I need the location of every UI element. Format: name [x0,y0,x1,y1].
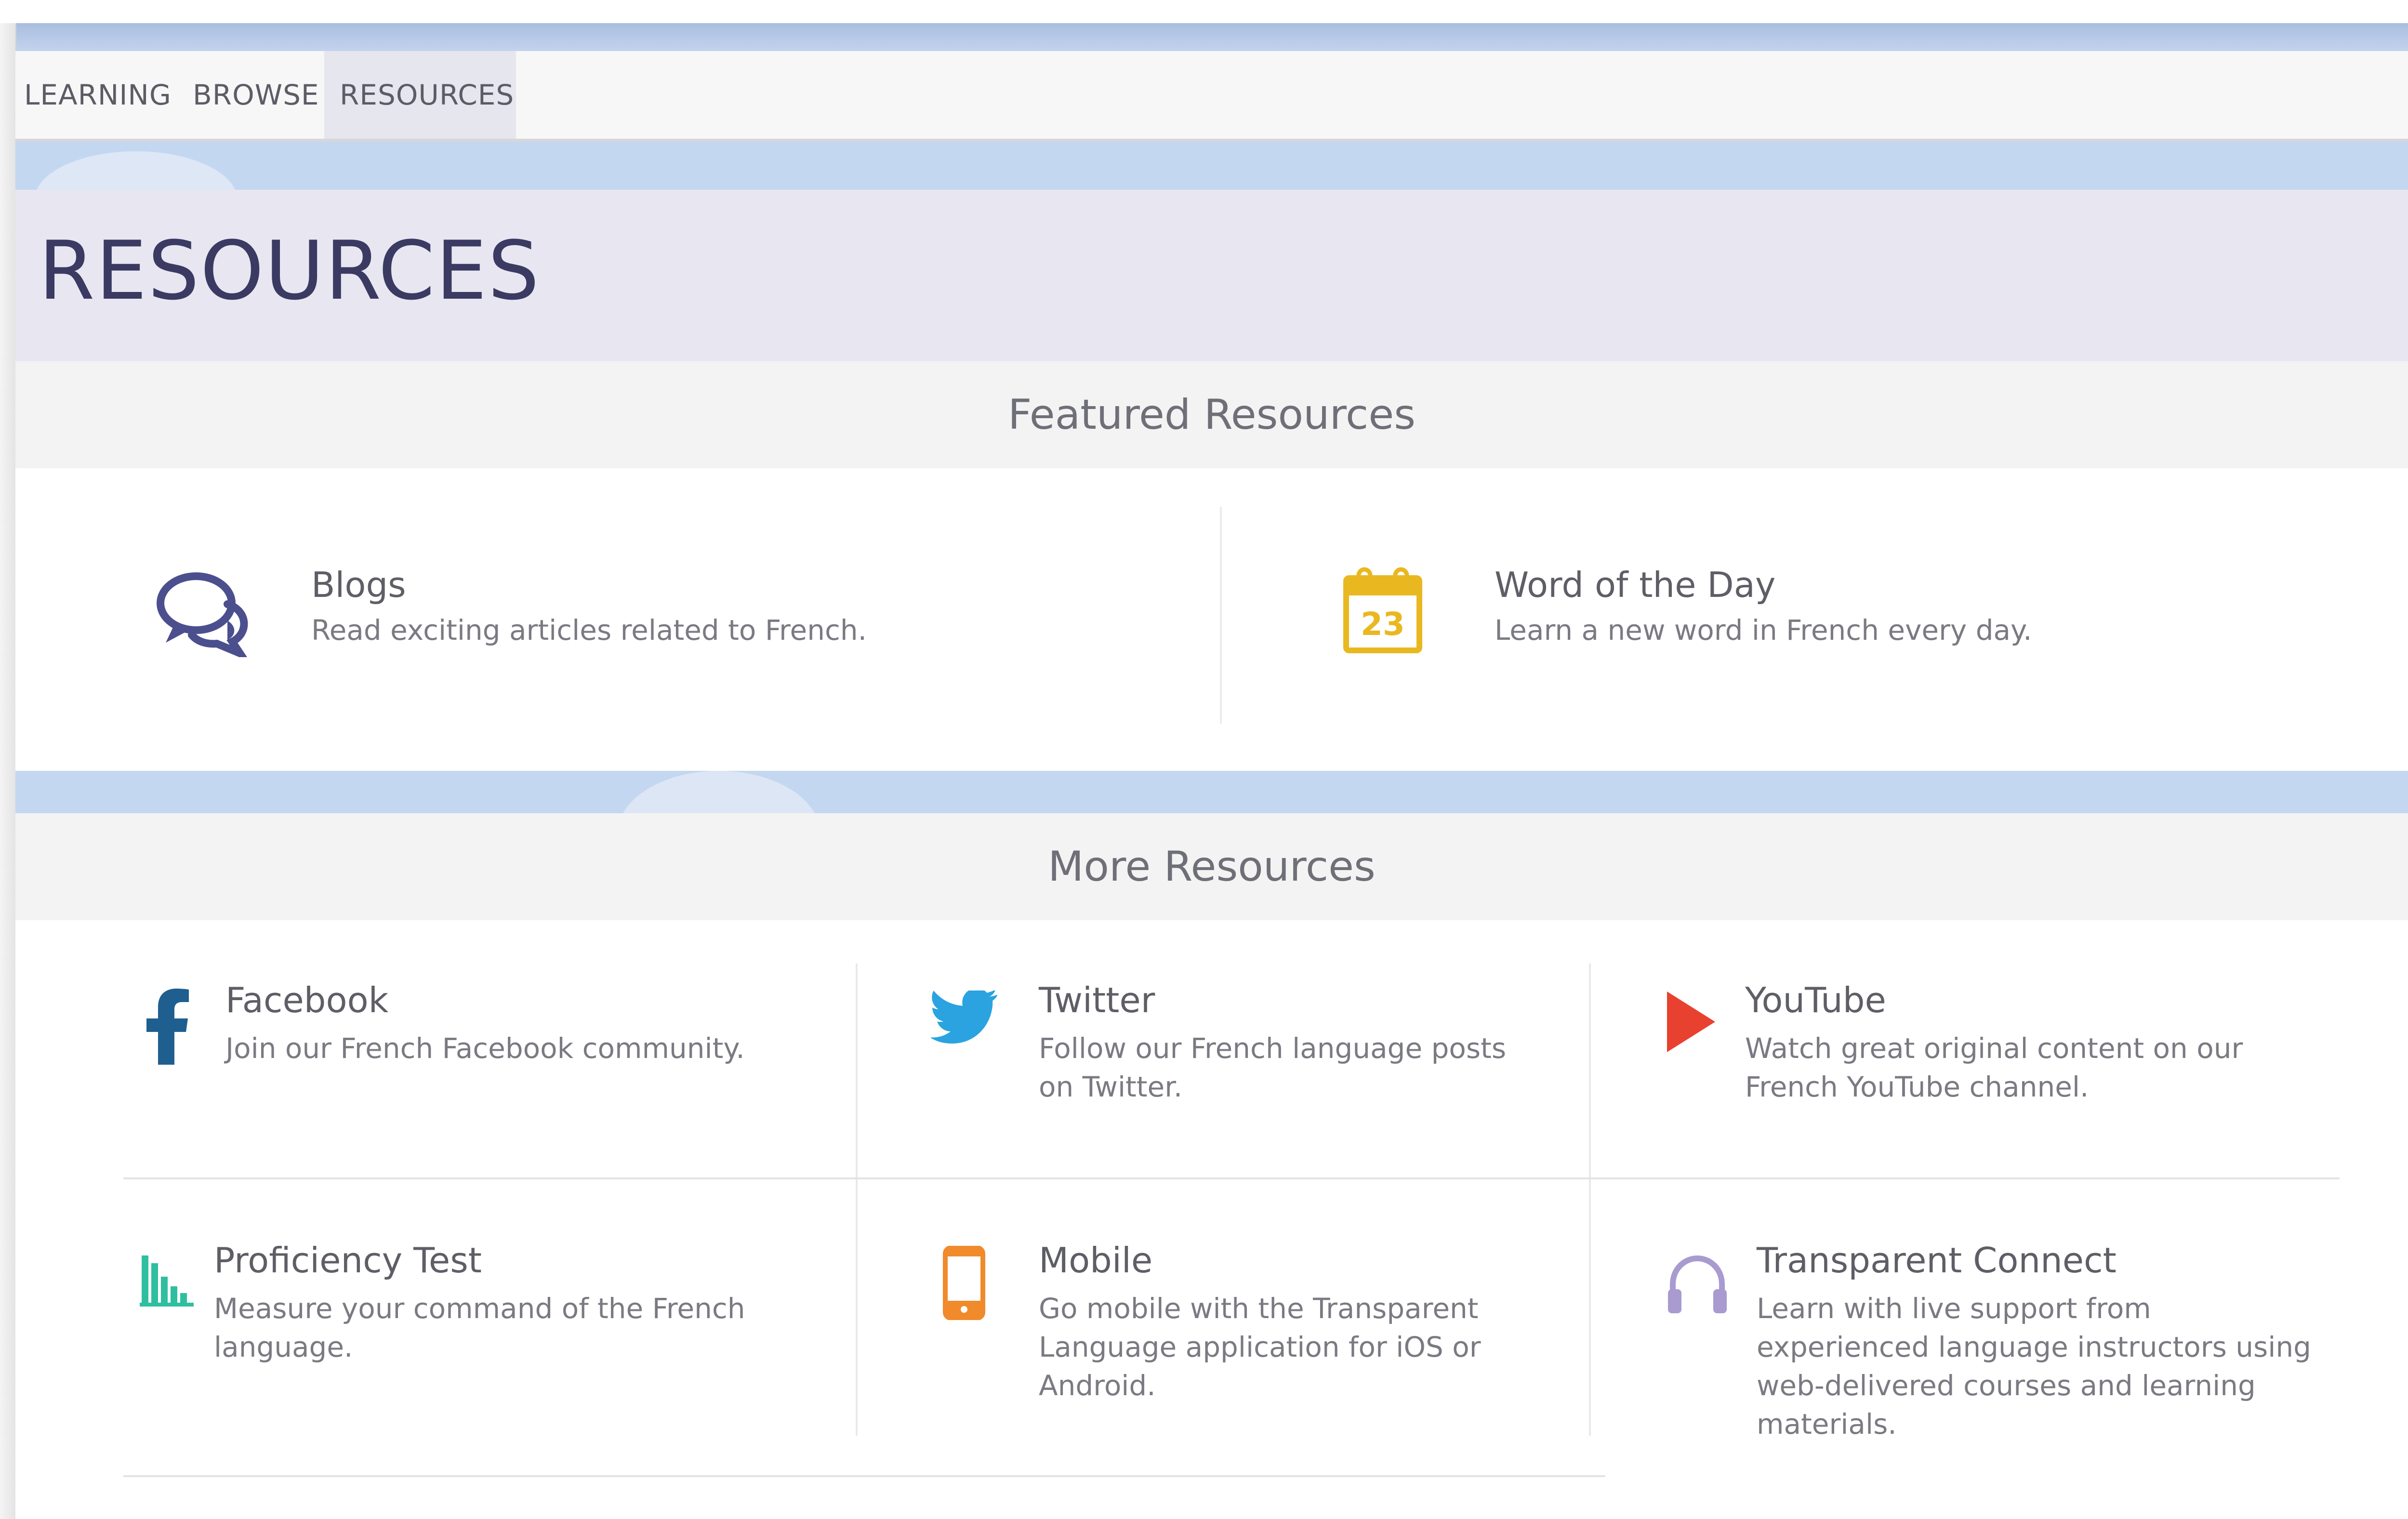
featured-card-description: Read exciting articles related to French… [311,614,867,647]
decorative-sky-band [15,771,2408,813]
nav-item-label: RESOURCES [340,79,515,111]
decorative-cloud [618,771,820,813]
nav-item-resources[interactable]: RESOURCES [324,51,516,139]
headphones-icon [1668,1255,1727,1313]
grid-divider [1589,964,1591,1224]
left-edge-shadow [0,23,16,1519]
calendar-icon-day: 23 [1361,606,1405,643]
featured-resources-heading: Featured Resources [15,361,2408,468]
featured-card-description: Learn a new word in French every day. [1495,614,2032,647]
grid-divider [1589,1224,1591,1436]
resource-card-title: Proficiency Test [214,1240,482,1281]
grid-divider [856,1224,858,1436]
main-nav: LEARNING BROWSE RESOURCES [15,51,2408,142]
resource-card-title: Facebook [225,980,389,1020]
speech-bubbles-icon [157,572,248,657]
bar-chart-icon [140,1255,194,1307]
resource-card-title: YouTube [1745,980,1886,1020]
youtube-play-icon [1667,991,1715,1052]
top-decorative-band [15,23,2408,51]
top-band [0,0,2408,23]
facebook-icon [146,989,189,1065]
resource-card-description: Follow our French language posts on Twit… [1039,1032,1507,1103]
nav-item-browse[interactable]: BROWSE [193,51,330,139]
resource-card-title: Mobile [1039,1240,1153,1281]
decorative-sky-band [15,142,2408,190]
app-window: LEARNING BROWSE RESOURCES RESOURCES Feat… [0,0,2408,1519]
twitter-icon [931,991,998,1044]
featured-card-title: Blogs [311,565,406,605]
page-header: RESOURCES [15,190,2408,361]
calendar-icon: 23 [1343,567,1422,653]
featured-resources-section: Blogs Read exciting articles related to … [15,468,2408,771]
resource-card-title: Twitter [1039,980,1155,1020]
featured-divider [1220,507,1222,724]
nav-item-label: BROWSE [193,79,319,111]
decorative-cloud [35,151,237,190]
resource-card-description: Go mobile with the Transparent Language … [1039,1292,1481,1402]
resource-card-description: Watch great original content on our Fren… [1745,1032,2243,1103]
grid-divider [123,1177,2340,1179]
mobile-phone-icon [943,1246,985,1320]
featured-card-title: Word of the Day [1495,565,1776,605]
grid-divider [123,1475,1605,1477]
resource-card-description: Measure your command of the French langu… [214,1292,745,1363]
more-resources-section: Facebook Join our French Facebook commun… [15,920,2408,1519]
resource-card-description: Join our French Facebook community. [225,1032,745,1065]
resource-card-description: Learn with live support from experienced… [1757,1292,2311,1440]
more-resources-heading: More Resources [15,813,2408,920]
nav-item-learning[interactable]: LEARNING [24,51,179,139]
nav-item-label: LEARNING [24,79,172,111]
grid-divider [856,964,858,1224]
resource-card-title: Transparent Connect [1757,1240,2117,1281]
page-title: RESOURCES [39,224,541,318]
